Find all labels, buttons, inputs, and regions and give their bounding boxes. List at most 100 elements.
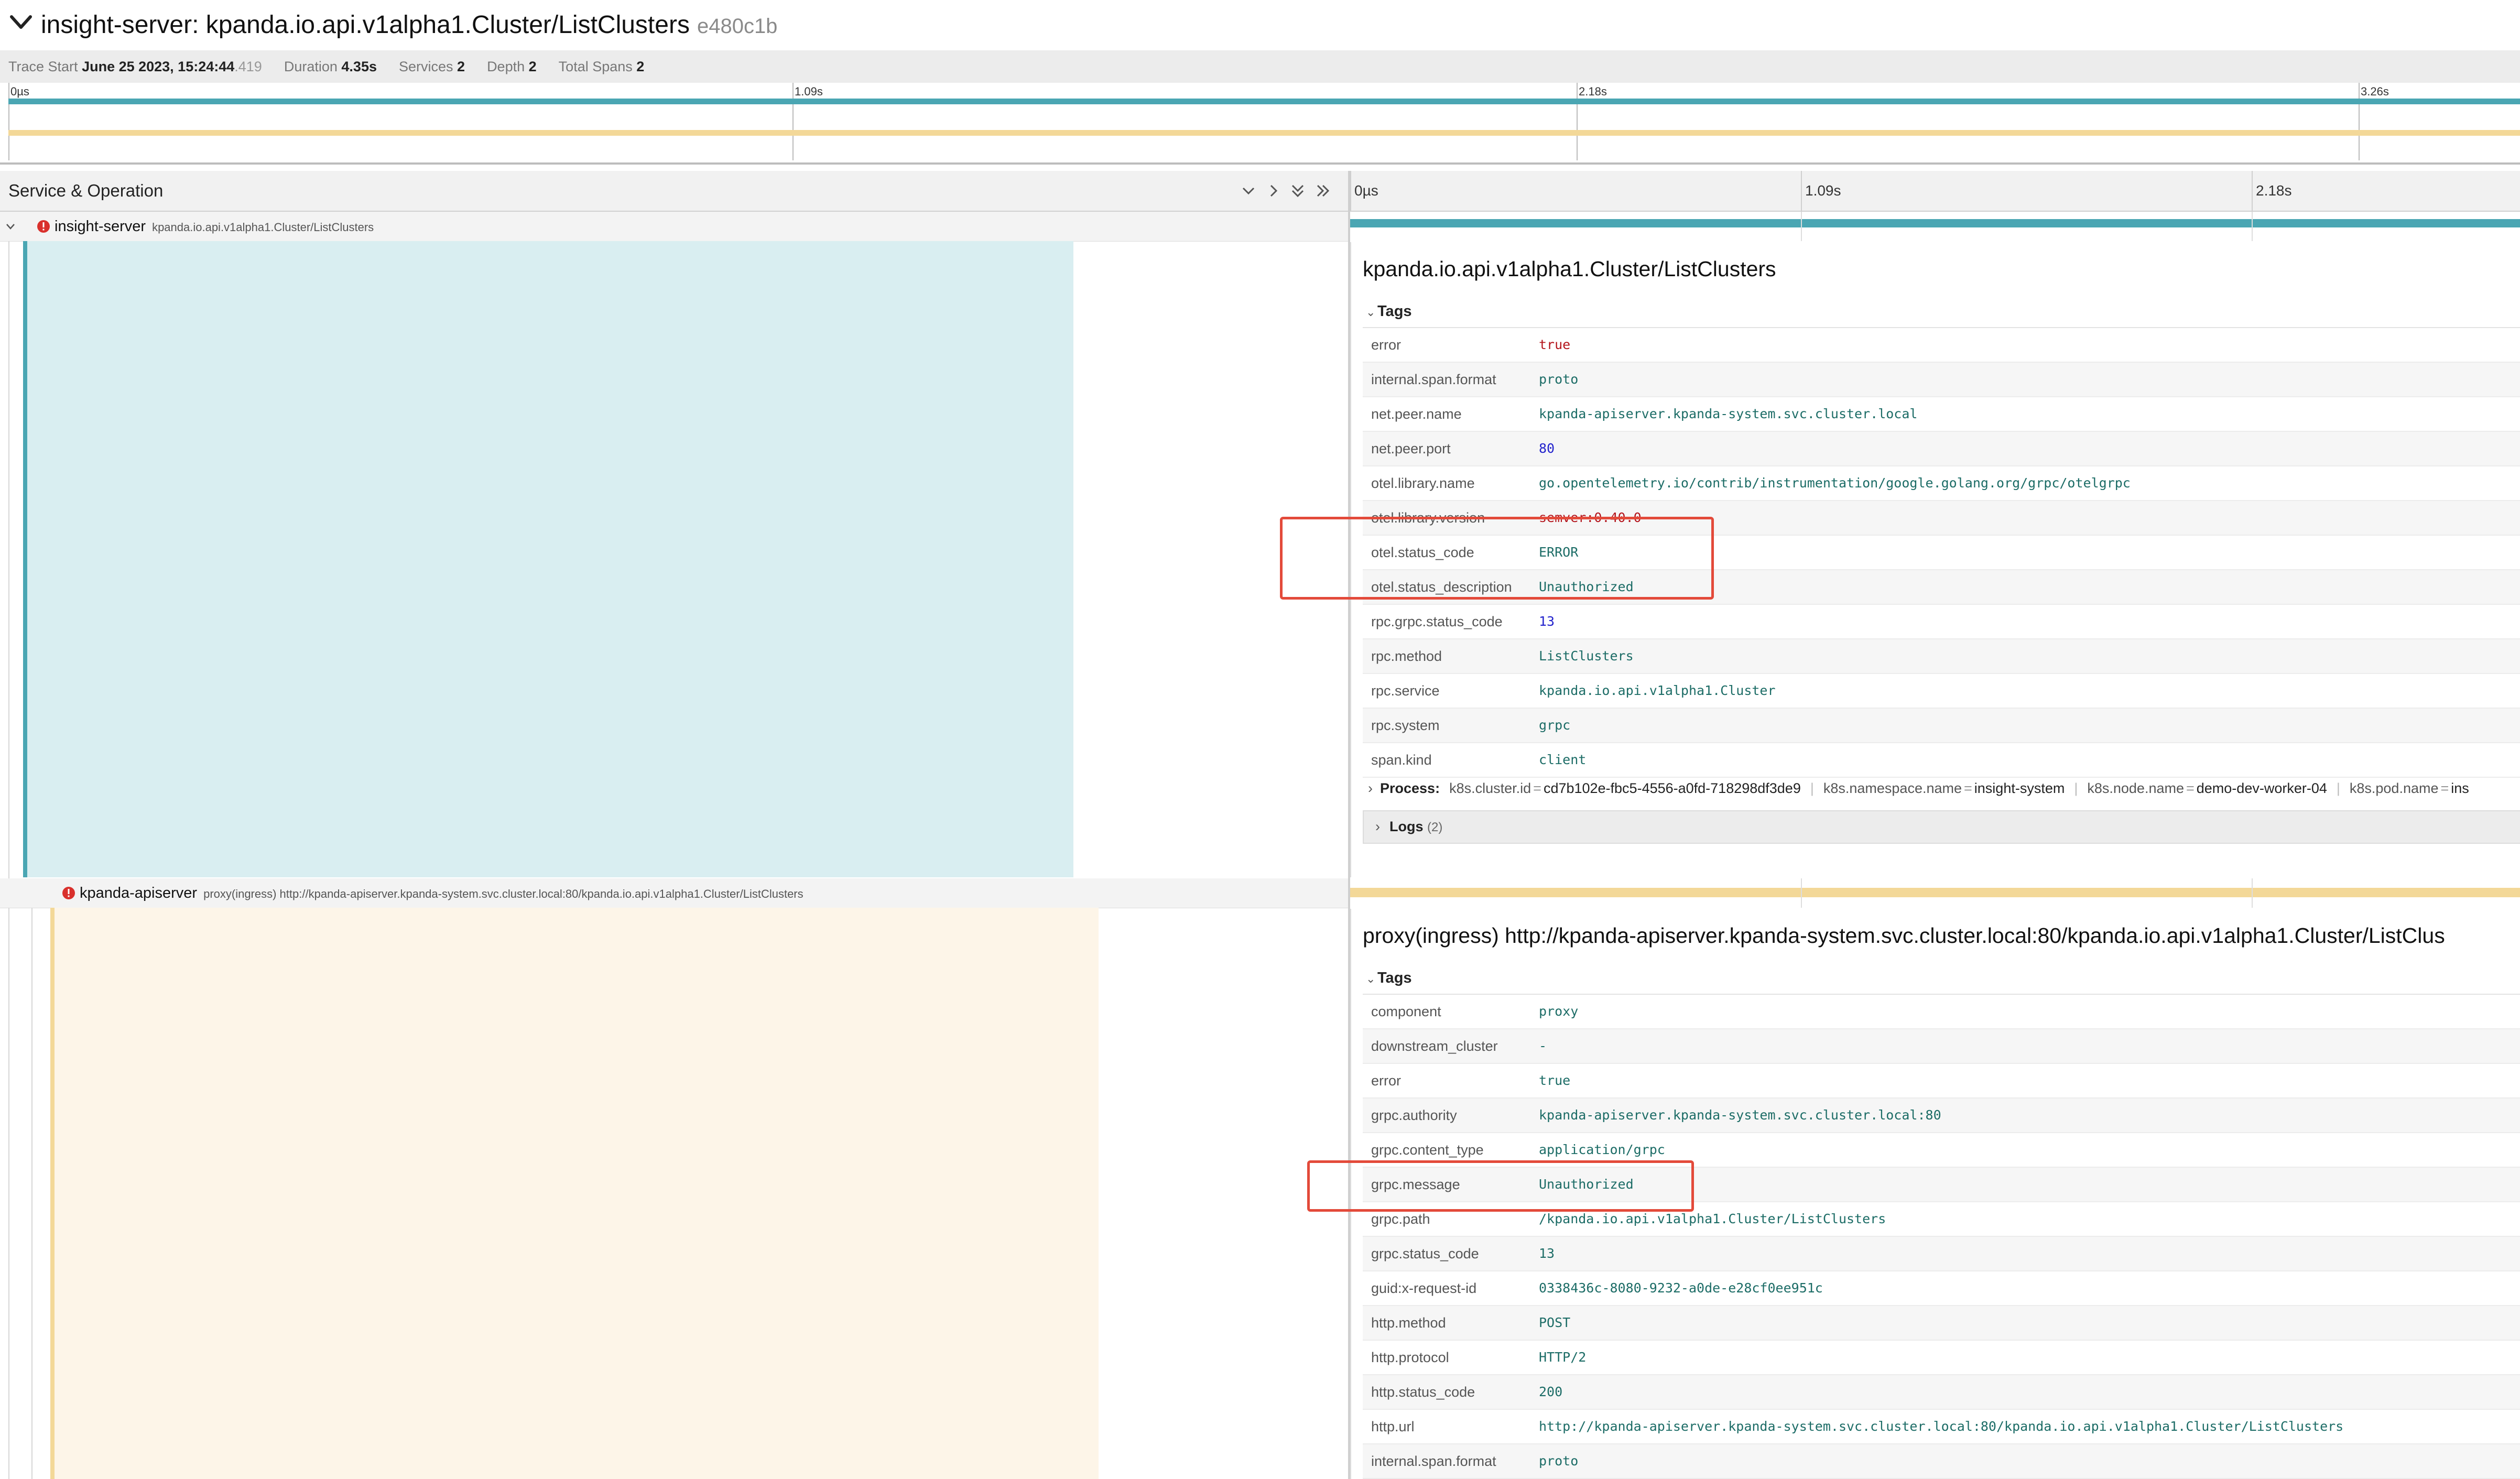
span-timeline-row[interactable] [1350, 878, 2520, 908]
trace-start-label: Trace Start [8, 59, 78, 74]
depth-label: Depth [487, 59, 525, 74]
logs-section[interactable]: › Logs (2) [1363, 810, 2520, 844]
tag-row: net.peer.name kpanda-apiserver.kpanda-sys… [1363, 397, 2520, 432]
process-value: cd7b102e-fbc5-4556-a0fd-718298df3de9 [1543, 780, 1801, 796]
trace-title[interactable]: insight-server: kpanda.io.api.v1alpha1.C… [41, 6, 777, 45]
tag-key: net.peer.name [1371, 406, 1462, 422]
service-operation-header: Service & Operation [8, 181, 164, 200]
tree-guide-line [8, 241, 9, 880]
tag-row: guid:x-request-id 0338436c-8080-9232-a0de… [1363, 1271, 2520, 1306]
tag-row: internal.span.format proto [1363, 363, 2520, 397]
tag-key: http.protocol [1371, 1350, 1449, 1365]
total-spans-value: 2 [636, 59, 645, 74]
tags-toggle[interactable]: ⌄ Tags [1366, 970, 1412, 987]
tree-guide-line [8, 908, 9, 1479]
tag-row: error true [1363, 328, 2520, 363]
tag-key: downstream_cluster [1371, 1038, 1498, 1054]
trace-id: e480c1b [697, 15, 778, 38]
total-spans: Total Spans 2 [559, 59, 645, 74]
span-detail-accent [23, 241, 27, 877]
tags-label: Tags [1377, 970, 1412, 986]
tags-label: Tags [1377, 303, 1412, 320]
tag-value: kpanda-apiserver.kpanda-system.svc.clust… [1539, 406, 1918, 421]
tag-key: grpc.authority [1371, 1107, 1457, 1123]
span-operation-label: kpanda.io.api.v1alpha1.Cluster/ListClust… [152, 221, 374, 234]
tree-guide-line [31, 908, 32, 1479]
span-operation-label: proxy(ingress) http://kpanda-apiserver.k… [203, 887, 803, 900]
tag-row: net.peer.port 80 [1363, 432, 2520, 466]
tag-key: rpc.grpc.status_code [1371, 614, 1503, 629]
span-detail-backdrop [27, 241, 1073, 877]
tag-row: otel.library.name go.opentelemetry.io/con… [1363, 466, 2520, 501]
tag-key: guid:x-request-id [1371, 1280, 1477, 1296]
tag-value: kpanda-apiserver.kpanda-system.svc.clust… [1539, 1107, 1941, 1123]
tag-key: internal.span.format [1371, 1453, 1496, 1469]
tag-value: http://kpanda-apiserver.kpanda-system.sv… [1539, 1419, 2344, 1434]
tag-row: http.protocol HTTP/2 [1363, 1341, 2520, 1375]
tag-value: POST [1539, 1315, 1571, 1330]
depth: Depth 2 [487, 59, 537, 74]
tag-value: 0338436c-8080-9232-a0de-e28cf0ee951c [1539, 1280, 1823, 1296]
chevron-right-icon: › [1368, 780, 1373, 796]
span-service-name: insight-server kpanda.io.api.v1alpha1.Clu… [55, 212, 374, 242]
tag-value: ListClusters [1539, 648, 1634, 664]
span-detail-title: proxy(ingress) http://kpanda-apiserver.k… [1363, 923, 2445, 948]
tag-value: proto [1539, 1453, 1579, 1469]
process-key: k8s.namespace.name [1823, 780, 1962, 796]
logs-count: (2) [1427, 820, 1443, 834]
trace-title-text: insight-server: kpanda.io.api.v1alpha1.C… [41, 11, 690, 39]
chevron-down-icon[interactable] [4, 220, 17, 233]
process-key: k8s.cluster.id [1449, 780, 1531, 796]
tag-row: internal.span.format proto [1363, 1444, 2520, 1479]
tag-key: http.status_code [1371, 1384, 1475, 1400]
logs-label: Logs [1389, 819, 1424, 834]
process-value: demo-dev-worker-04 [2196, 780, 2327, 796]
collapse-all-icon[interactable] [1287, 180, 1308, 201]
process-item: k8s.cluster.id = cd7b102e-fbc5-4556-a0fd-7… [1449, 780, 1801, 796]
timeline-gridline [2252, 212, 2253, 241]
tag-value: proxy [1539, 1004, 1579, 1019]
minimap-span-bar [8, 130, 2520, 136]
minimap-tick-label: 3.26s [2361, 85, 2389, 98]
tag-key: grpc.status_code [1371, 1246, 1479, 1262]
tag-row: downstream_cluster - [1363, 1029, 2520, 1064]
tags-toggle[interactable]: ⌄ Tags [1366, 303, 1412, 320]
process-section[interactable]: › Process: k8s.cluster.id = cd7b102e-fbc5-45… [1363, 771, 2520, 805]
tag-value: proto [1539, 372, 1579, 387]
trace-meta-bar: Trace Start June 25 2023, 15:24:44.419 Du… [0, 50, 2520, 83]
tag-key: component [1371, 1004, 1441, 1019]
tag-row: error true [1363, 1064, 2520, 1099]
tag-value: kpanda.io.api.v1alpha1.Cluster [1539, 683, 1776, 698]
span-row-kpanda-apiserver[interactable]: kpanda-apiserver proxy(ingress) http://kp… [0, 878, 1348, 908]
span-bar[interactable] [1350, 219, 2520, 227]
timeline-gridline [1801, 212, 1802, 241]
tag-row: rpc.method ListClusters [1363, 639, 2520, 674]
tag-row: http.status_code 200 [1363, 1375, 2520, 1410]
tag-row: grpc.status_code 13 [1363, 1237, 2520, 1271]
tag-value: - [1539, 1038, 1547, 1053]
tag-key: net.peer.port [1371, 441, 1451, 456]
process-label: Process: [1380, 780, 1440, 796]
chevron-down-icon[interactable] [6, 7, 36, 37]
trace-start-value: June 25 2023, 15:24:44 [82, 59, 235, 74]
trace-minimap[interactable]: 0µs 1.09s 2.18s 3.26s [0, 83, 2520, 165]
minimap-span-bar [8, 99, 2520, 104]
expand-one-icon[interactable] [1263, 180, 1284, 201]
span-timeline-row[interactable] [1350, 212, 2520, 241]
tag-key: http.method [1371, 1315, 1446, 1331]
timeline-gridline [2252, 878, 2253, 908]
tag-key: error [1371, 1073, 1402, 1089]
span-bar[interactable] [1350, 888, 2520, 897]
collapse-one-icon[interactable] [1238, 180, 1259, 201]
tag-row: rpc.system grpc [1363, 709, 2520, 743]
trace-header: insight-server: kpanda.io.api.v1alpha1.C… [0, 0, 2520, 50]
trace-start: Trace Start June 25 2023, 15:24:44.419 [8, 59, 262, 74]
tag-row: grpc.authority kpanda-apiserver.kpanda-sy… [1363, 1099, 2520, 1133]
expand-all-icon[interactable] [1312, 180, 1333, 201]
tag-key: rpc.method [1371, 648, 1442, 664]
tag-row: http.url http://kpanda-apiserver.kpanda-s… [1363, 1410, 2520, 1444]
column-header: Service & Operation 0µs 1.09s 2.18s [0, 171, 2520, 212]
span-row-insight-server[interactable]: insight-server kpanda.io.api.v1alpha1.Clu… [0, 212, 1348, 242]
span-service-label: insight-server [55, 218, 146, 235]
span-detail-title: kpanda.io.api.v1alpha1.Cluster/ListClust… [1363, 257, 1776, 281]
